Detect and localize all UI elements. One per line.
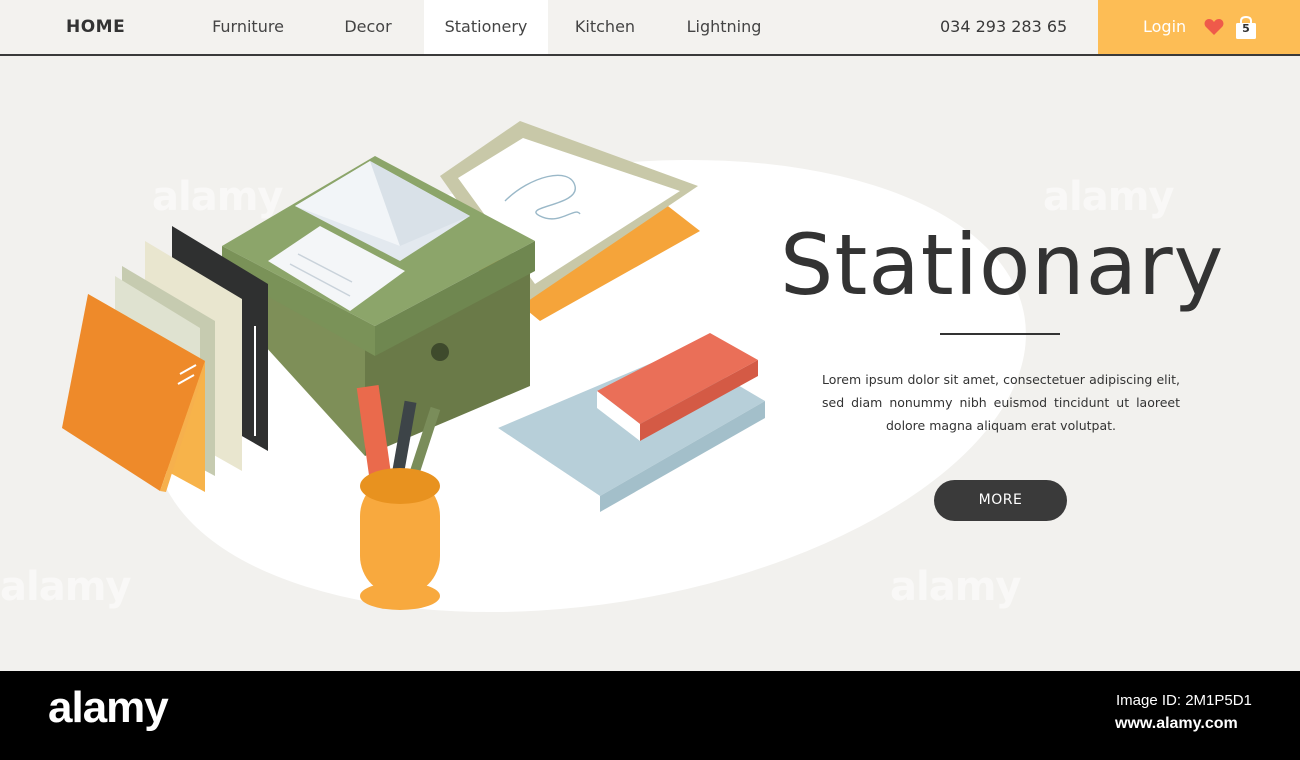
footer-bar: alamy Image ID: 2M1P5D1 www.alamy.com [0,671,1300,760]
hero-title: Stationary [780,216,1225,314]
title-divider [940,333,1060,335]
nav-item-kitchen[interactable]: Kitchen [556,0,654,54]
footer-url: www.alamy.com [1115,715,1238,732]
watermark-text: alamy [0,564,131,610]
nav-item-lightning[interactable]: Lightning [676,0,772,54]
heart-icon[interactable] [1204,18,1224,36]
books-row-icon [62,226,268,492]
alamy-logo: alamy [48,683,169,732]
nav-item-furniture[interactable]: Furniture [196,0,300,54]
cart-count-badge: 5 [1242,22,1250,35]
image-id-label: Image ID: 2M1P5D1 [1116,692,1252,709]
watermark-text: alamy [1043,174,1174,220]
nav-item-decor[interactable]: Decor [316,0,420,54]
page: HOME Furniture Decor Stationery Kitchen … [0,0,1300,760]
nav-home-link[interactable]: HOME [66,0,125,54]
stationery-illustration [62,121,1026,613]
watermark-text: alamy [152,174,283,220]
login-area: Login 5 [1098,0,1300,54]
top-navigation: HOME Furniture Decor Stationery Kitchen … [0,0,1300,56]
phone-number[interactable]: 034 293 283 65 [940,0,1067,54]
hero-section: alamy alamy alamy alamy Stationary Lorem… [0,56,1300,671]
nav-item-stationery[interactable]: Stationery [424,0,548,54]
login-button[interactable]: Login [1143,0,1186,54]
hero-description: Lorem ipsum dolor sit amet, consectetuer… [822,372,1180,433]
watermark-text: alamy [890,564,1021,610]
more-button[interactable]: MORE [934,480,1067,521]
